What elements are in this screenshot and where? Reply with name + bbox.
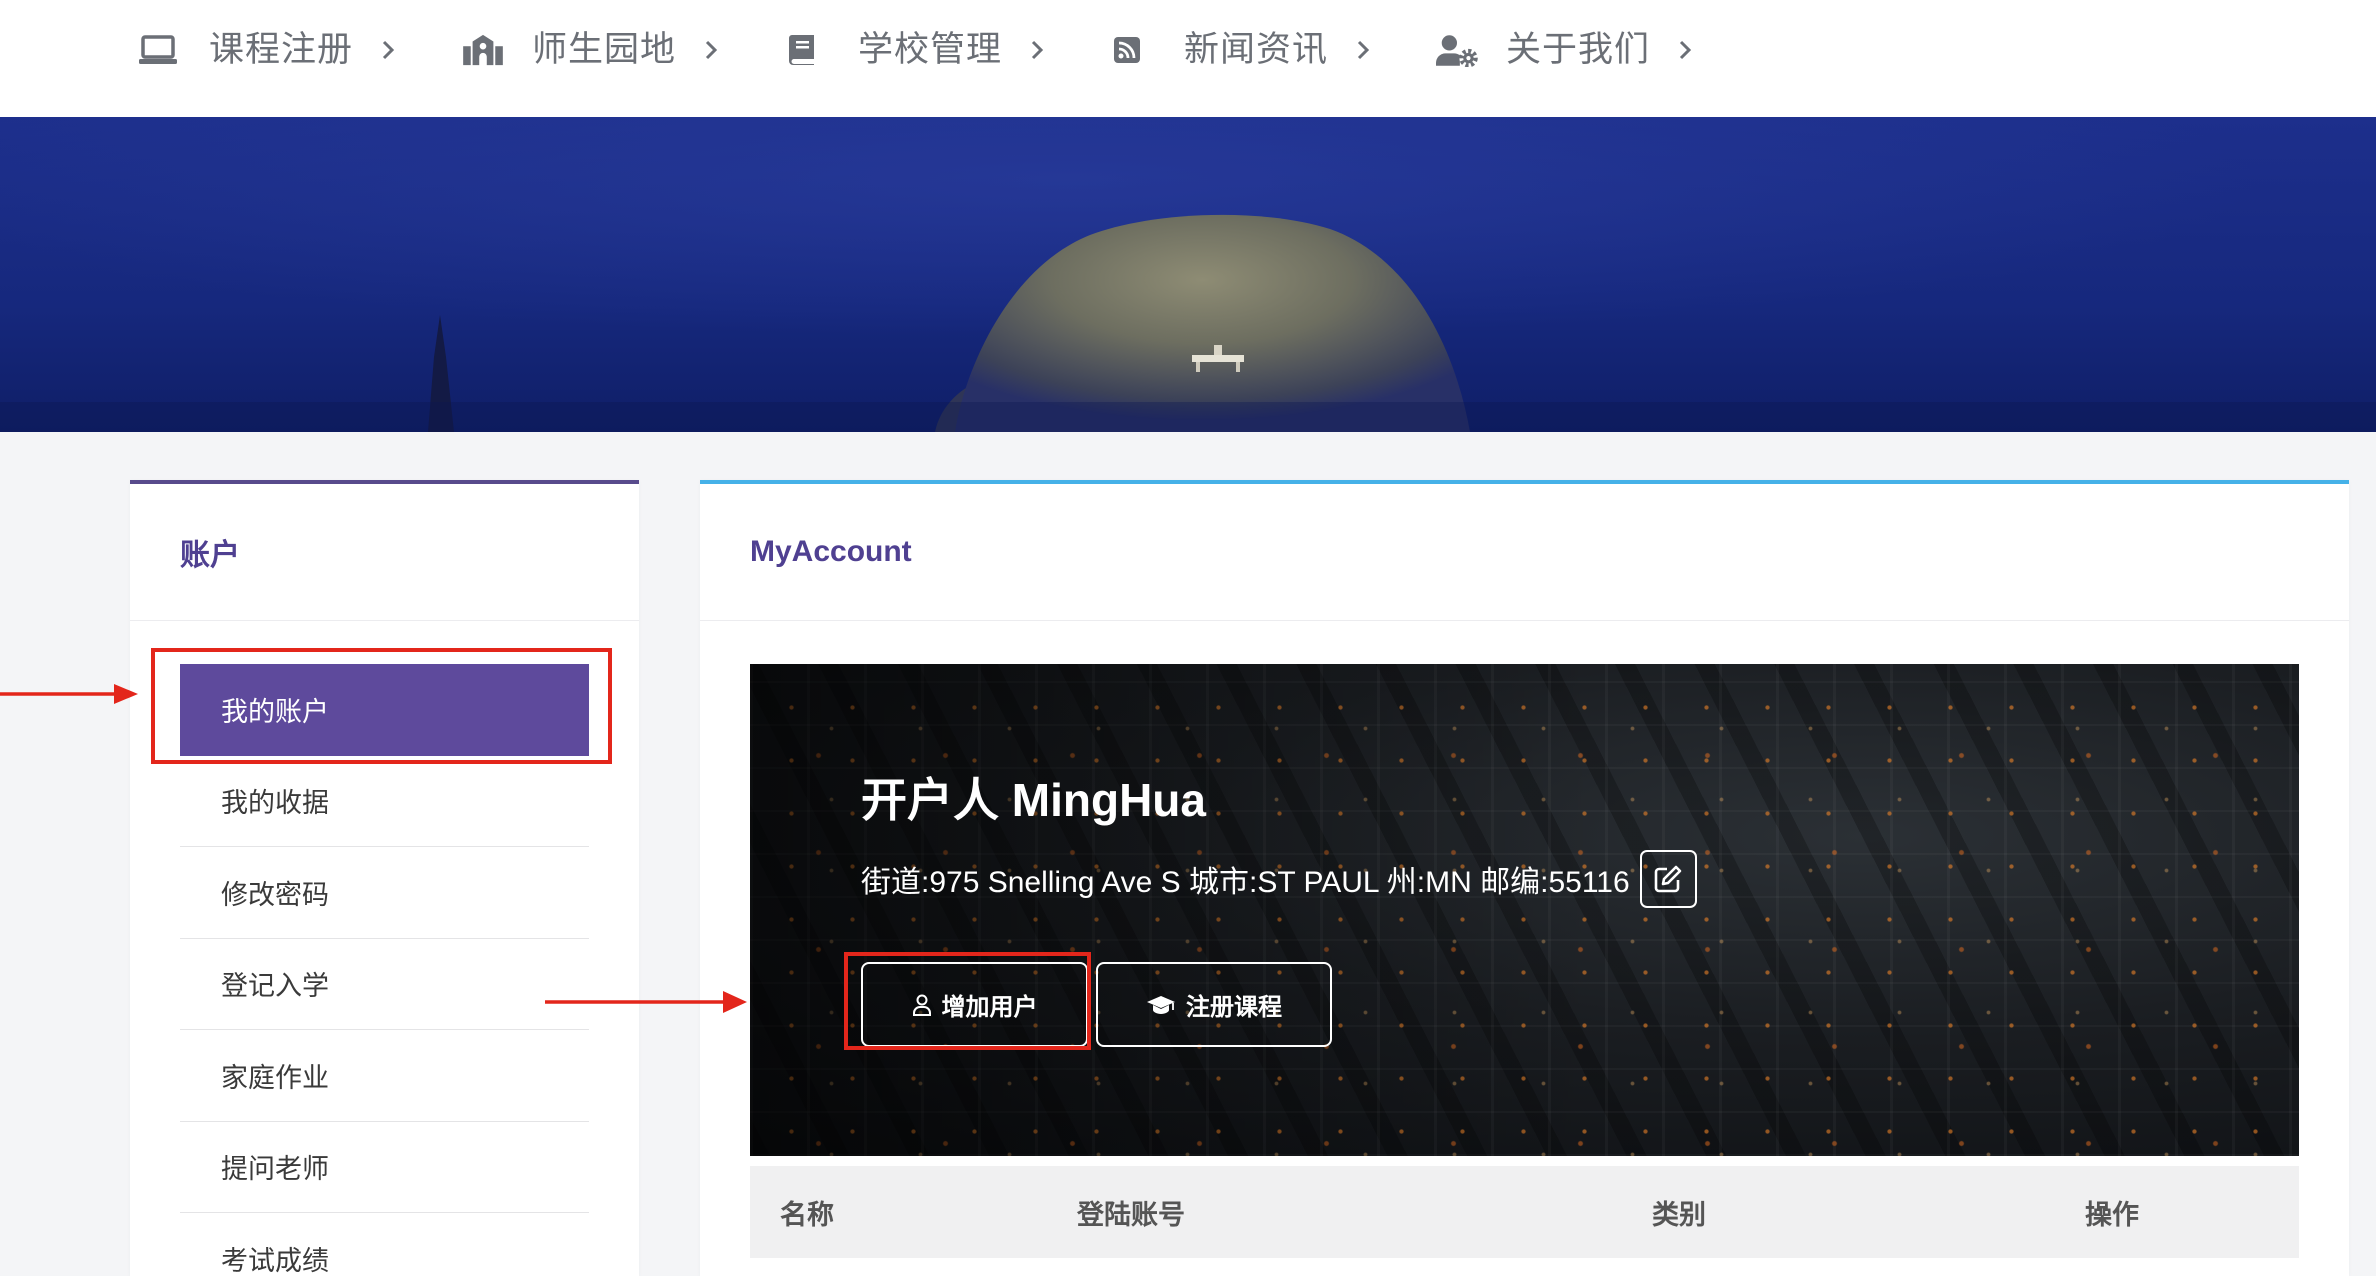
top-nav: 课程注册 师生园地 学校管理 新闻资讯 关于我们 (0, 0, 2376, 117)
user-cog-icon (1436, 30, 1478, 70)
graduation-cap-icon (1146, 994, 1176, 1016)
column-header-login-account: 登陆账号 (1077, 1199, 1185, 1230)
sidebar-item-label: 登记入学 (221, 971, 329, 1002)
sidebar-item-enrollment[interactable]: 登记入学 (180, 939, 589, 1030)
annotation-arrow-to-my-account (0, 684, 138, 704)
school-icon (462, 30, 504, 70)
nav-item-label: 学校管理 (858, 30, 1003, 69)
sidebar-item-label: 提问老师 (221, 1154, 329, 1185)
edit-address-button[interactable] (1639, 850, 1697, 908)
nav-item-label: 新闻资讯 (1184, 30, 1329, 69)
sidebar-item-ask-teacher[interactable]: 提问老师 (180, 1122, 589, 1213)
nav-item-teacher-student-garden[interactable]: 师生园地 (462, 22, 718, 78)
sidebar-item-my-account[interactable]: 我的账户 (180, 664, 589, 756)
chevron-right-icon (1356, 39, 1370, 61)
hero-banner-image (0, 117, 2376, 432)
sidebar-title: 账户 (180, 539, 240, 572)
hero-banner (0, 117, 2376, 432)
nav-item-course-registration[interactable]: 课程注册 (139, 22, 395, 78)
nav-item-about-us[interactable]: 关于我们 (1436, 22, 1692, 78)
account-actions: 增加用户 注册课程 (861, 962, 1332, 1047)
sidebar-item-label: 修改密码 (221, 879, 329, 910)
sidebar-item-change-password[interactable]: 修改密码 (180, 847, 589, 939)
sidebar-item-homework[interactable]: 家庭作业 (180, 1030, 589, 1122)
chevron-right-icon (704, 39, 718, 61)
main-header: MyAccount (700, 484, 2349, 621)
column-header-actions: 操作 (2085, 1199, 2139, 1230)
user-icon (912, 994, 932, 1016)
main-card: MyAccount 开户人 MingHua 街道:975 Snelling Av… (700, 480, 2349, 1276)
account-banner: 开户人 MingHua 街道:975 Snelling Ave S 城市:ST … (750, 664, 2299, 1156)
account-address: 街道:975 Snelling Ave S 城市:ST PAUL 州:MN 邮编… (861, 866, 1630, 899)
column-header-name: 名称 (780, 1199, 834, 1230)
sidebar-item-my-receipts[interactable]: 我的收据 (180, 756, 589, 847)
sidebar-card: 账户 我的账户 我的收据 修改密码 登记入学 家庭作业 提问老师 考试成绩 (130, 480, 639, 1276)
account-holder-name: 开户人 MingHua (861, 774, 1206, 826)
address-row: 街道:975 Snelling Ave S 城市:ST PAUL 州:MN 邮编… (861, 850, 1697, 908)
sidebar-item-label: 家庭作业 (221, 1062, 329, 1093)
nav-item-label: 课程注册 (209, 30, 354, 69)
column-header-type: 类别 (1652, 1199, 1706, 1230)
sidebar-header: 账户 (130, 484, 639, 621)
nav-item-school-management[interactable]: 学校管理 (788, 22, 1044, 78)
sidebar-item-label: 我的收据 (221, 788, 329, 819)
page-title: MyAccount (750, 535, 912, 568)
rss-icon (1114, 30, 1156, 70)
sidebar-item-exam-scores[interactable]: 考试成绩 (180, 1213, 589, 1276)
edit-icon (1653, 864, 1683, 894)
chevron-right-icon (1678, 39, 1692, 61)
nav-item-news[interactable]: 新闻资讯 (1114, 22, 1370, 78)
users-table-header: 名称 登陆账号 类别 操作 (750, 1166, 2299, 1258)
add-user-button[interactable]: 增加用户 (861, 962, 1088, 1047)
register-course-button[interactable]: 注册课程 (1096, 962, 1332, 1047)
sidebar-menu: 我的账户 我的收据 修改密码 登记入学 家庭作业 提问老师 考试成绩 (180, 664, 589, 1276)
register-course-label: 注册课程 (1186, 994, 1282, 1021)
sidebar-item-label: 我的账户 (221, 696, 329, 727)
nav-item-label: 师生园地 (532, 30, 677, 69)
laptop-icon (139, 30, 181, 70)
chevron-right-icon (1030, 39, 1044, 61)
book-icon (788, 30, 830, 70)
nav-item-label: 关于我们 (1506, 30, 1651, 69)
chevron-right-icon (381, 39, 395, 61)
add-user-label: 增加用户 (941, 994, 1038, 1021)
sidebar-item-label: 考试成绩 (221, 1245, 329, 1276)
